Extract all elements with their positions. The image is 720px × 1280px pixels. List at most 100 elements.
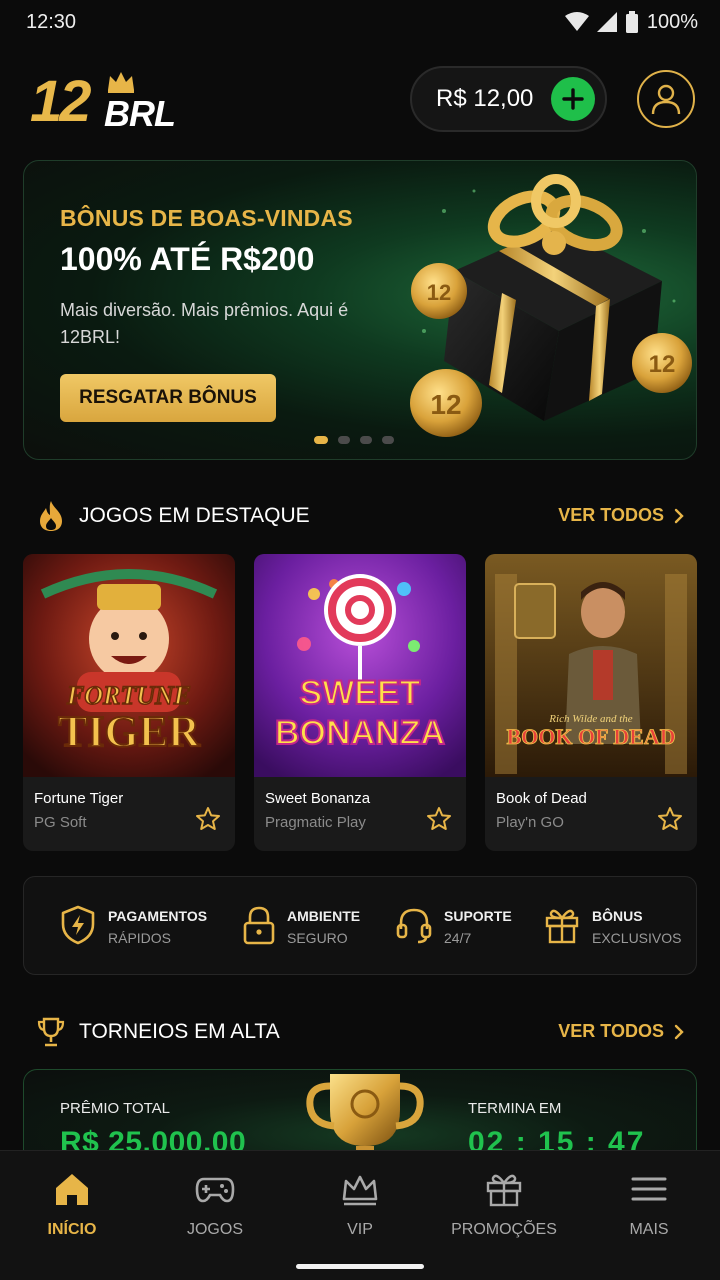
feature-title: SUPORTE bbox=[444, 908, 512, 924]
feature-subtitle: EXCLUSIVOS bbox=[592, 930, 682, 946]
section-title: TORNEIOS EM ALTA bbox=[79, 1020, 280, 1043]
chevron-right-icon bbox=[674, 508, 684, 523]
menu-icon bbox=[631, 1177, 667, 1201]
game-thumbnail: SWEET BONANZA bbox=[254, 554, 466, 777]
logo-text: BRL bbox=[104, 93, 176, 134]
svg-text:BONANZA: BONANZA bbox=[275, 714, 445, 752]
status-bar: 12:30 100% bbox=[0, 0, 720, 44]
see-all-games-link[interactable]: VER TODOS bbox=[558, 505, 684, 526]
svg-text:BOOK OF DEAD: BOOK OF DEAD bbox=[506, 724, 675, 749]
star-icon[interactable] bbox=[195, 806, 221, 832]
gift-icon bbox=[486, 1174, 522, 1207]
nav-promotions[interactable]: PROMOÇÕES bbox=[432, 1169, 576, 1239]
bottom-navigation: INÍCIO JOGOS VIP PROMOÇÕES MAIS bbox=[0, 1150, 720, 1280]
logo[interactable]: 12 BRL bbox=[30, 66, 190, 136]
profile-button[interactable] bbox=[637, 70, 695, 128]
svg-text:12: 12 bbox=[427, 280, 451, 305]
nav-label: MAIS bbox=[629, 1221, 669, 1238]
feature-title: AMBIENTE bbox=[287, 908, 361, 924]
feature-subtitle: 24/7 bbox=[444, 930, 472, 946]
nav-home[interactable]: INÍCIO bbox=[0, 1169, 144, 1239]
add-funds-button[interactable] bbox=[551, 77, 595, 121]
game-provider: PG Soft bbox=[34, 814, 87, 831]
fire-icon bbox=[40, 501, 62, 531]
feature-title: BÔNUS bbox=[592, 908, 643, 924]
section-title: JOGOS EM DESTAQUE bbox=[79, 504, 310, 527]
prize-label: PRÊMIO TOTAL bbox=[60, 1100, 171, 1117]
feature-subtitle: SEGURO bbox=[287, 930, 348, 946]
chevron-right-icon bbox=[674, 1024, 684, 1039]
carousel-dot[interactable] bbox=[314, 436, 328, 444]
coin-graphic: 12 bbox=[632, 333, 692, 393]
carousel-dot[interactable] bbox=[382, 436, 394, 444]
see-all-tournaments-link[interactable]: VER TODOS bbox=[558, 1021, 684, 1042]
trophy-icon bbox=[37, 1017, 65, 1047]
headset-icon bbox=[396, 908, 432, 944]
crown-icon bbox=[342, 1175, 378, 1206]
claim-bonus-button[interactable]: RESGATAR BÔNUS bbox=[60, 374, 276, 422]
banner-title: 100% ATÉ R$200 bbox=[60, 241, 315, 277]
signal-icon bbox=[596, 12, 617, 32]
features-strip: PAGAMENTOS RÁPIDOS AMBIENTE SEGURO SUPOR… bbox=[23, 876, 697, 975]
banner-kicker: BÔNUS DE BOAS-VINDAS bbox=[60, 205, 353, 231]
game-name: Fortune Tiger bbox=[34, 790, 124, 807]
svg-text:FORTUNE: FORTUNE bbox=[66, 681, 191, 710]
nav-label: INÍCIO bbox=[47, 1221, 97, 1238]
svg-text:12: 12 bbox=[649, 351, 676, 378]
nav-games[interactable]: JOGOS bbox=[143, 1169, 287, 1239]
carousel-dots bbox=[314, 436, 394, 444]
status-indicators: 100% bbox=[564, 10, 698, 34]
tournaments-header: TORNEIOS EM ALTA VER TODOS bbox=[0, 1012, 720, 1052]
ends-label: TERMINA EM bbox=[468, 1100, 562, 1117]
star-icon[interactable] bbox=[657, 806, 683, 832]
status-time: 12:30 bbox=[26, 10, 77, 33]
featured-games-header: JOGOS EM DESTAQUE VER TODOS bbox=[0, 496, 720, 536]
carousel-dot[interactable] bbox=[338, 436, 350, 444]
banner-subtitle: Mais diversão. Mais prêmios. Aqui é 12BR… bbox=[60, 300, 349, 347]
crown-icon bbox=[108, 72, 134, 93]
battery-level: 100% bbox=[646, 10, 698, 33]
game-name: Book of Dead bbox=[496, 790, 587, 807]
wifi-icon bbox=[564, 12, 589, 31]
feature-exclusive-bonus: BÔNUS EXCLUSIVOS bbox=[544, 905, 684, 949]
see-all-label: VER TODOS bbox=[558, 505, 664, 525]
balance-amount: R$ 12,00 bbox=[436, 85, 534, 112]
gift-box-illustration: 12 12 12 bbox=[410, 174, 692, 437]
carousel-dot[interactable] bbox=[360, 436, 372, 444]
nav-label: PROMOÇÕES bbox=[451, 1221, 557, 1238]
logo-number: 12 bbox=[30, 69, 91, 134]
game-thumbnail: Rich Wilde and the BOOK OF DEAD bbox=[485, 554, 697, 777]
feature-fast-payments: PAGAMENTOS RÁPIDOS bbox=[60, 905, 210, 949]
battery-icon bbox=[625, 11, 638, 33]
balance-pill[interactable]: R$ 12,00 bbox=[410, 66, 607, 132]
game-name: Sweet Bonanza bbox=[265, 790, 371, 807]
svg-text:TIGER: TIGER bbox=[58, 707, 201, 756]
nav-label: VIP bbox=[347, 1221, 373, 1238]
welcome-bonus-banner[interactable]: BÔNUS DE BOAS-VINDAS 100% ATÉ R$200 Mais… bbox=[23, 160, 697, 460]
game-provider: Play'n GO bbox=[496, 814, 564, 831]
gift-icon bbox=[545, 909, 579, 944]
coin-graphic: 12 bbox=[411, 263, 467, 319]
plus-icon bbox=[562, 88, 584, 110]
nav-label: JOGOS bbox=[186, 1221, 243, 1238]
svg-text:12: 12 bbox=[430, 389, 461, 420]
app-header: 12 BRL R$ 12,00 bbox=[0, 62, 720, 138]
shield-bolt-icon bbox=[61, 905, 95, 945]
game-card[interactable]: Rich Wilde and the BOOK OF DEAD Book of … bbox=[485, 554, 697, 851]
feature-support: SUPORTE 24/7 bbox=[396, 905, 526, 949]
see-all-label: VER TODOS bbox=[558, 1021, 664, 1041]
game-provider: Pragmatic Play bbox=[265, 814, 366, 831]
home-icon bbox=[56, 1174, 88, 1205]
feature-subtitle: RÁPIDOS bbox=[108, 930, 172, 946]
featured-games-list: FORTUNE TIGER Fortune Tiger PG Soft SWEE… bbox=[23, 554, 697, 851]
user-icon bbox=[651, 84, 681, 115]
lock-icon bbox=[243, 906, 275, 945]
feature-secure: AMBIENTE SEGURO bbox=[241, 905, 371, 949]
game-card[interactable]: SWEET BONANZA Sweet Bonanza Pragmatic Pl… bbox=[254, 554, 466, 851]
coin-graphic: 12 bbox=[410, 369, 482, 437]
nav-vip[interactable]: VIP bbox=[288, 1169, 432, 1239]
game-card[interactable]: FORTUNE TIGER Fortune Tiger PG Soft bbox=[23, 554, 235, 851]
star-icon[interactable] bbox=[426, 806, 452, 832]
nav-more[interactable]: MAIS bbox=[577, 1169, 720, 1239]
gamepad-icon bbox=[195, 1177, 235, 1203]
